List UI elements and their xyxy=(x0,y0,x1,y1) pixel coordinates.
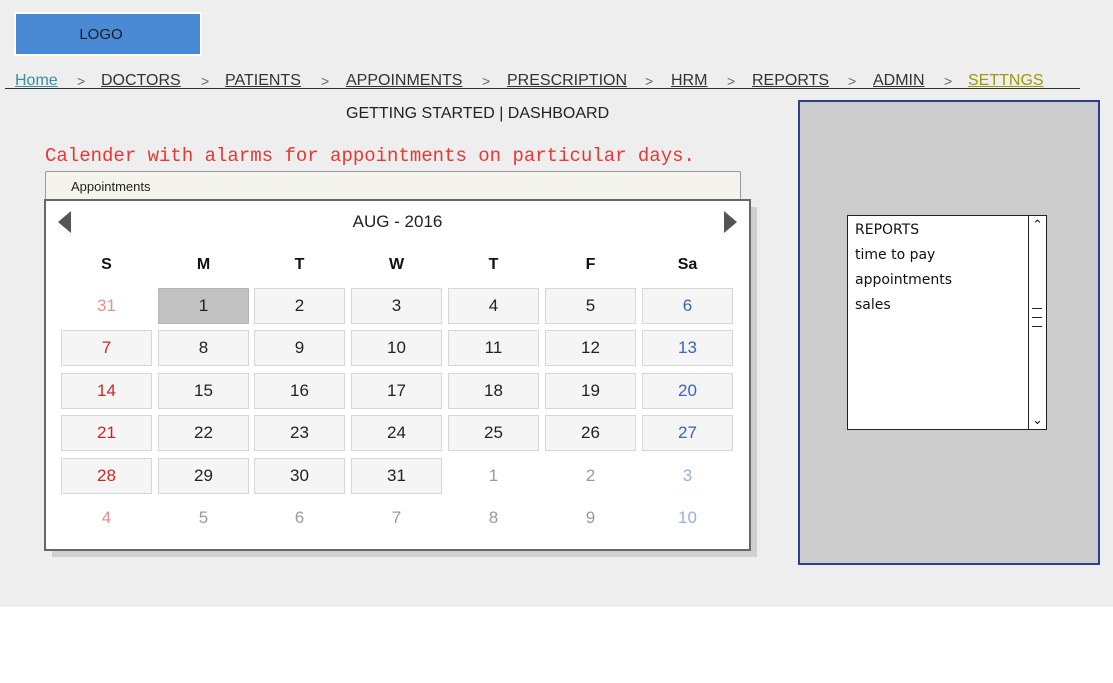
nav-appointments[interactable]: APPOINMENTS xyxy=(346,72,462,90)
calendar-day[interactable]: 4 xyxy=(61,500,152,536)
list-item-time-to-pay[interactable]: time to pay xyxy=(855,247,935,263)
calendar-day[interactable]: 1 xyxy=(448,458,539,494)
tab-appointments[interactable]: Appointments xyxy=(45,171,741,200)
calendar-day[interactable]: 21 xyxy=(61,415,152,451)
page-subtitle: GETTING STARTED | DASHBOARD xyxy=(346,105,610,122)
calendar-day[interactable]: 5 xyxy=(545,288,636,324)
list-item-sales[interactable]: sales xyxy=(855,297,891,313)
nav-separator: > xyxy=(645,73,654,89)
calendar-day[interactable]: 15 xyxy=(158,373,249,409)
calendar-day[interactable]: 29 xyxy=(158,458,249,494)
nav-settings[interactable]: SETTNGS xyxy=(968,72,1044,90)
nav-separator: > xyxy=(201,73,210,89)
nav-separator: > xyxy=(77,73,86,89)
nav-separator: > xyxy=(848,73,857,89)
scroll-down-icon[interactable]: ⌄ xyxy=(1029,411,1046,429)
calendar-day[interactable]: 3 xyxy=(642,458,733,494)
nav-prescription[interactable]: PRESCRIPTION xyxy=(507,72,627,90)
calendar-day[interactable]: 14 xyxy=(61,373,152,409)
calendar-day[interactable]: 5 xyxy=(158,500,249,536)
calendar-day[interactable]: 4 xyxy=(448,288,539,324)
weekday-header: T xyxy=(488,256,499,273)
calendar-day[interactable]: 20 xyxy=(642,373,733,409)
calendar-day[interactable]: 18 xyxy=(448,373,539,409)
calendar-day[interactable]: 2 xyxy=(254,288,345,324)
nav-separator: > xyxy=(482,73,491,89)
scroll-thumb[interactable] xyxy=(1032,308,1042,336)
calendar-day[interactable]: 3 xyxy=(351,288,442,324)
calendar-day[interactable]: 25 xyxy=(448,415,539,451)
calendar-day[interactable]: 2 xyxy=(545,458,636,494)
calendar-day[interactable]: 9 xyxy=(545,500,636,536)
calendar-day[interactable]: 22 xyxy=(158,415,249,451)
nav-doctors[interactable]: DOCTORS xyxy=(101,72,181,90)
nav-admin[interactable]: ADMIN xyxy=(873,72,925,90)
calendar-day[interactable]: 16 xyxy=(254,373,345,409)
logo[interactable]: LOGO xyxy=(14,12,202,56)
calendar-day[interactable]: 30 xyxy=(254,458,345,494)
month-label: AUG - 2016 xyxy=(352,212,443,231)
reports-listbox[interactable]: REPORTS time to pay appointments sales ⌃… xyxy=(847,215,1047,430)
next-month-icon[interactable] xyxy=(724,211,737,233)
calendar-day[interactable]: 31 xyxy=(351,458,442,494)
calendar-day[interactable]: 11 xyxy=(448,330,539,366)
calendar: AUG - 2016 S M T W T F Sa 31 1 2 3 4 5 6 7 8 9 10 11 12 13 14… xyxy=(44,199,751,551)
calendar-day[interactable]: 12 xyxy=(545,330,636,366)
weekday-header: W xyxy=(388,256,405,273)
calendar-day[interactable]: 28 xyxy=(61,458,152,494)
calendar-day[interactable]: 1 xyxy=(158,288,249,324)
nav-separator: > xyxy=(944,73,953,89)
calendar-day[interactable]: 27 xyxy=(642,415,733,451)
nav-hrm[interactable]: HRM xyxy=(671,72,707,90)
weekday-header: F xyxy=(585,256,596,273)
nav-separator: > xyxy=(321,73,330,89)
calendar-day[interactable]: 26 xyxy=(545,415,636,451)
calendar-day[interactable]: 23 xyxy=(254,415,345,451)
calendar-day[interactable]: 13 xyxy=(642,330,733,366)
weekday-header: S xyxy=(101,256,112,273)
calendar-day[interactable]: 8 xyxy=(158,330,249,366)
calendar-day[interactable]: 24 xyxy=(351,415,442,451)
weekday-header: Sa xyxy=(677,256,698,273)
annotation-note: Calender with alarms for appointments on… xyxy=(45,145,695,167)
calendar-day[interactable]: 6 xyxy=(254,500,345,536)
calendar-day[interactable]: 9 xyxy=(254,330,345,366)
calendar-day[interactable]: 6 xyxy=(642,288,733,324)
logo-text: LOGO xyxy=(79,25,123,43)
list-item-reports[interactable]: REPORTS xyxy=(855,222,919,238)
scroll-up-icon[interactable]: ⌃ xyxy=(1029,216,1046,234)
weekday-header: T xyxy=(294,256,305,273)
calendar-day[interactable]: 10 xyxy=(642,500,733,536)
list-item-appointments[interactable]: appointments xyxy=(855,272,952,288)
calendar-day[interactable]: 10 xyxy=(351,330,442,366)
calendar-day[interactable]: 8 xyxy=(448,500,539,536)
calendar-day[interactable]: 19 xyxy=(545,373,636,409)
calendar-day[interactable]: 31 xyxy=(61,288,152,324)
calendar-day[interactable]: 7 xyxy=(351,500,442,536)
weekday-header: M xyxy=(196,256,211,273)
nav-separator: > xyxy=(727,73,736,89)
main-nav: Home > DOCTORS > PATIENTS > APPOINMENTS … xyxy=(5,72,1080,89)
nav-home[interactable]: Home xyxy=(15,72,58,90)
calendar-day[interactable]: 7 xyxy=(61,330,152,366)
nav-reports[interactable]: REPORTS xyxy=(752,72,829,90)
calendar-day[interactable]: 17 xyxy=(351,373,442,409)
nav-patients[interactable]: PATIENTS xyxy=(225,72,301,90)
listbox-scrollbar[interactable]: ⌃ ⌄ xyxy=(1028,216,1046,429)
